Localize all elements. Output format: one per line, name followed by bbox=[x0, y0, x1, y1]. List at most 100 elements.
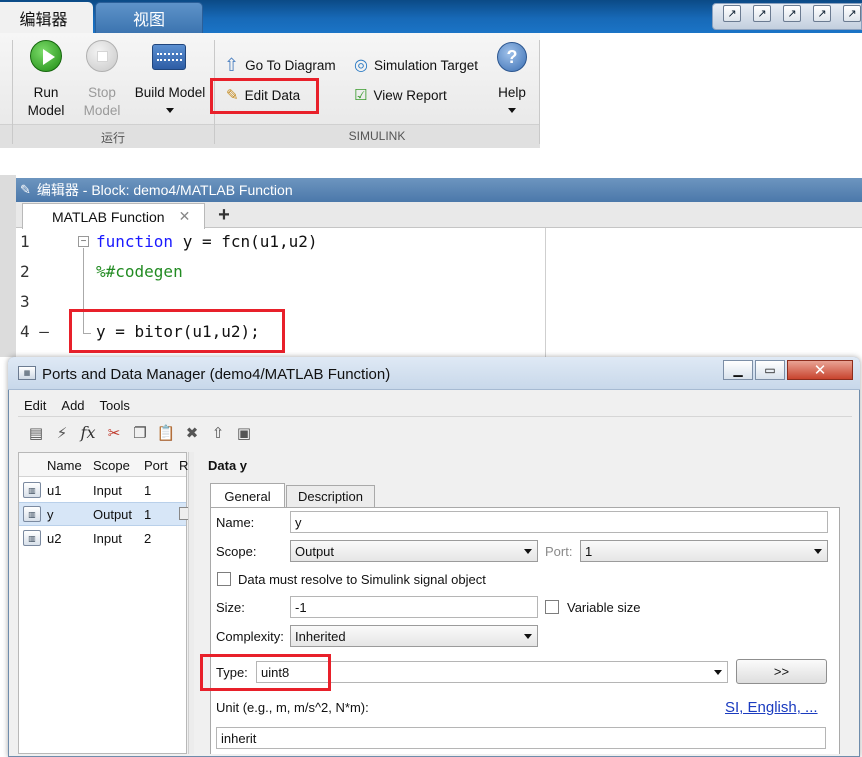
resolve-label: Data must resolve to Simulink signal obj… bbox=[238, 572, 486, 587]
row-port: 2 bbox=[144, 531, 152, 546]
tab-description[interactable]: Description bbox=[286, 485, 375, 508]
unit-input[interactable]: inherit bbox=[216, 727, 826, 749]
row-name: u2 bbox=[47, 531, 62, 546]
help-button[interactable]: ? Help bbox=[490, 40, 534, 120]
port-label: Port: bbox=[545, 544, 573, 559]
header-port[interactable]: Port bbox=[144, 458, 168, 473]
unit-system-link[interactable]: SI, English, ... bbox=[725, 699, 818, 716]
menu-add[interactable]: Add bbox=[61, 398, 84, 413]
build-model-button[interactable]: Build Model bbox=[132, 40, 208, 120]
editor-tab-label: MATLAB Function bbox=[52, 208, 165, 225]
chevron-down-icon bbox=[524, 634, 532, 639]
menu-edit[interactable]: Edit bbox=[24, 398, 46, 413]
type-assistant-button[interactable]: >> bbox=[736, 659, 827, 684]
simulation-target-label: Simulation Target bbox=[373, 57, 479, 73]
row-port: 1 bbox=[144, 483, 152, 498]
row-scope: Output bbox=[93, 507, 133, 522]
name-input[interactable]: y bbox=[290, 511, 828, 533]
stop-model-button[interactable]: Stop Model bbox=[76, 40, 128, 120]
cut-icon[interactable]: ✂ bbox=[104, 423, 124, 443]
run-model-label: Run Model bbox=[27, 85, 65, 118]
row-scope: Input bbox=[93, 483, 122, 498]
question-icon: ? bbox=[497, 42, 527, 72]
fold-icon[interactable]: − bbox=[78, 236, 89, 247]
tab-editor[interactable]: 编辑器 bbox=[0, 2, 93, 33]
editor-tab-matlab-function[interactable]: MATLAB Function ✕ bbox=[22, 203, 205, 229]
edit-data-highlight bbox=[210, 78, 319, 114]
quick-access-button-4[interactable]: ↗ bbox=[813, 5, 831, 22]
maximize-button[interactable]: ▭ bbox=[755, 360, 785, 380]
view-report-label: View Report bbox=[373, 87, 447, 103]
header-scope[interactable]: Scope bbox=[93, 458, 130, 473]
fx-icon[interactable]: fx bbox=[78, 423, 98, 443]
code-line-2[interactable]: %#codegen bbox=[96, 262, 183, 281]
add-event-icon[interactable]: ⚡ bbox=[52, 423, 72, 443]
menu-tools[interactable]: Tools bbox=[100, 398, 130, 413]
code-line-1[interactable]: function y = fcn(u1,u2) bbox=[96, 232, 318, 251]
ribbon-empty-area bbox=[540, 33, 862, 148]
complexity-select[interactable]: Inherited bbox=[290, 625, 538, 647]
editor-left-margin bbox=[0, 175, 16, 357]
scope-select[interactable]: Output bbox=[290, 540, 538, 562]
dialog-toolbar: ▤ ⚡ fx ✂ ❐ 📋 ✖ ⇧ ▣ bbox=[18, 416, 852, 448]
quick-access-button-5[interactable]: ↗ bbox=[843, 5, 861, 22]
run-model-button[interactable]: Run Model bbox=[20, 40, 72, 120]
view-report-button[interactable]: ☑ View Report bbox=[354, 83, 447, 107]
add-data-icon[interactable]: ▤ bbox=[26, 423, 46, 443]
go-to-diagram-label: Go To Diagram bbox=[245, 57, 336, 73]
table-header: Name Scope Port R bbox=[19, 453, 188, 477]
simulation-target-button[interactable]: ◎ Simulation Target bbox=[354, 53, 478, 77]
copy-icon[interactable]: ❐ bbox=[130, 423, 150, 443]
delete-icon[interactable]: ✖ bbox=[182, 423, 202, 443]
tab-general[interactable]: General bbox=[210, 483, 285, 508]
quick-access-button-2[interactable]: ↗ bbox=[753, 5, 771, 22]
paste-icon[interactable]: 📋 bbox=[156, 423, 176, 443]
line-number: 4 — bbox=[20, 322, 49, 341]
variable-size-checkbox[interactable] bbox=[545, 600, 559, 614]
dialog-menubar: Edit Add Tools bbox=[18, 394, 852, 416]
quick-access-button-3[interactable]: ↗ bbox=[783, 5, 801, 22]
code-highlight bbox=[69, 309, 285, 353]
stop-icon bbox=[86, 40, 118, 72]
go-to-diagram-button[interactable]: ⇧ Go To Diagram bbox=[224, 53, 336, 77]
name-label: Name: bbox=[216, 515, 255, 530]
help-label: Help bbox=[498, 85, 526, 100]
minimize-button[interactable]: ▁ bbox=[723, 360, 753, 380]
build-model-label: Build Model bbox=[134, 85, 206, 100]
line-number: 3 bbox=[20, 292, 30, 311]
header-r[interactable]: R bbox=[179, 458, 188, 473]
size-input[interactable]: -1 bbox=[290, 596, 538, 618]
splitter[interactable] bbox=[188, 452, 194, 754]
build-icon bbox=[152, 44, 186, 70]
explorer-icon[interactable]: ▣ bbox=[234, 423, 254, 443]
port-select[interactable]: 1 bbox=[580, 540, 828, 562]
table-row[interactable]: ▥ u2 Input 2 bbox=[19, 526, 186, 550]
add-tab-button[interactable]: + bbox=[209, 203, 239, 227]
chevron-down-icon bbox=[508, 108, 516, 113]
group-label-simulink: SIMULINK bbox=[348, 129, 406, 143]
quick-access-button-1[interactable]: ↗ bbox=[723, 5, 741, 22]
line-number: 2 bbox=[20, 262, 30, 281]
up-arrow-icon[interactable]: ⇧ bbox=[208, 423, 228, 443]
dialog-app-icon: ▦ bbox=[18, 366, 36, 380]
target-icon: ◎ bbox=[354, 57, 368, 74]
header-name[interactable]: Name bbox=[47, 458, 82, 473]
row-name: y bbox=[47, 507, 54, 522]
table-row-selected[interactable]: ▥ y Output 1 bbox=[19, 502, 189, 526]
play-icon bbox=[30, 40, 62, 72]
close-icon[interactable]: ✕ bbox=[179, 208, 191, 225]
row-name: u1 bbox=[47, 483, 62, 498]
port-value: 1 bbox=[585, 543, 593, 559]
close-button[interactable]: ✕ bbox=[787, 360, 853, 380]
group-label-run: 运行 bbox=[100, 131, 125, 145]
tab-view[interactable]: 视图 bbox=[95, 2, 203, 33]
complexity-value: Inherited bbox=[295, 628, 346, 644]
panel-title: Data y bbox=[208, 458, 248, 473]
table-row[interactable]: ▥ u1 Input 1 bbox=[19, 478, 186, 502]
data-icon: ▥ bbox=[23, 506, 41, 522]
resolve-checkbox[interactable] bbox=[217, 572, 231, 586]
editor-icon: ✎ bbox=[20, 182, 31, 197]
line-number: 1 bbox=[20, 232, 30, 251]
chevron-down-icon bbox=[524, 549, 532, 554]
complexity-label: Complexity: bbox=[216, 629, 284, 644]
